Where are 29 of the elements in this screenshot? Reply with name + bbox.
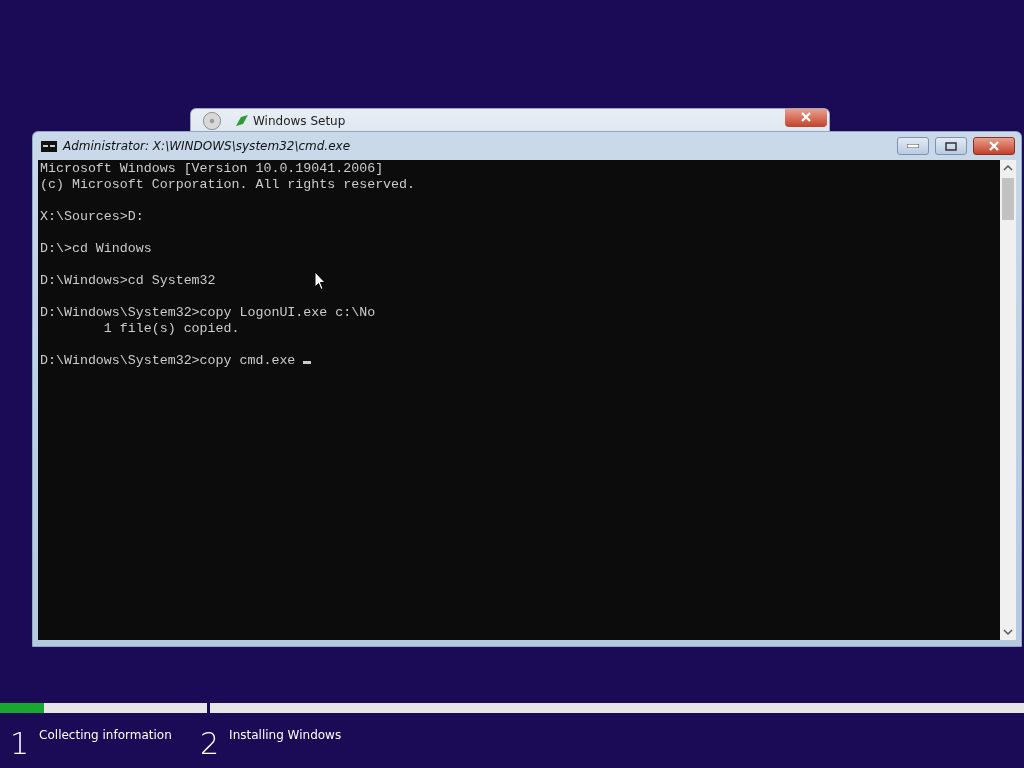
- close-icon: [800, 112, 812, 122]
- console-line: D:\Windows\System32>copy cmd.exe: [40, 353, 312, 369]
- step-label: Installing Windows: [229, 727, 342, 744]
- setup-icon: [235, 114, 249, 128]
- scroll-thumb[interactable]: [1002, 178, 1014, 220]
- scrollbar[interactable]: [1000, 160, 1016, 640]
- maximize-icon: [945, 141, 957, 151]
- disc-icon: [203, 112, 221, 130]
- minimize-icon: [907, 144, 919, 148]
- maximize-button[interactable]: [935, 137, 967, 155]
- close-button[interactable]: [973, 137, 1015, 155]
- mouse-pointer-icon: [314, 271, 326, 291]
- close-button[interactable]: [785, 109, 827, 127]
- text-cursor: [303, 361, 312, 364]
- step-number: 2: [200, 726, 220, 762]
- console-icon: [41, 140, 57, 152]
- console-line: 1 file(s) copied.: [102, 321, 240, 337]
- window-title: Administrator: X:\WINDOWS\system32\cmd.exe: [63, 139, 352, 153]
- console-line: D:\>cd Windows: [40, 241, 152, 257]
- step-number: 1: [10, 726, 30, 762]
- console-line: D:\Windows>cd System32: [40, 273, 216, 289]
- console-line: Microsoft Windows [Version 10.0.19041.2006]: [40, 161, 384, 177]
- close-icon: [988, 141, 1000, 151]
- console-line: (c) Microsoft Corporation. All rights reserved.: [40, 177, 416, 193]
- step-label: Collecting information: [39, 727, 172, 744]
- window-title: Windows Setup: [253, 114, 346, 128]
- console-line: X:\Sources>D:: [40, 209, 144, 225]
- console-line: D:\Windows\System32>copy LogonUI.exe c:\No: [40, 305, 376, 321]
- minimize-button[interactable]: [897, 137, 929, 155]
